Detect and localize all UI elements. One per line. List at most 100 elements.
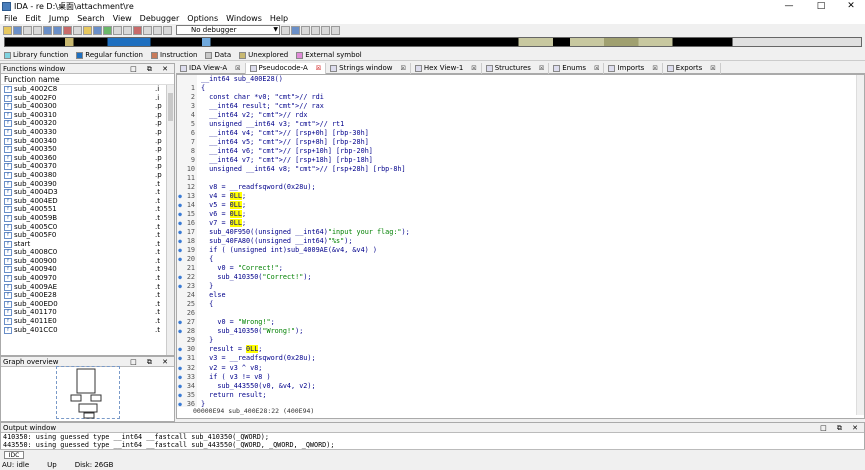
panel-buttons[interactable]: □ ⧉ ✕ — [130, 357, 172, 367]
functions-scrollbar[interactable] — [166, 85, 174, 355]
function-name-header[interactable]: Function name — [1, 74, 174, 85]
function-list-item[interactable]: f sub_4004D3 .t — [1, 188, 174, 197]
code-text: unsigned __int64 v8; "cmt">// [rsp+28h] … — [201, 165, 406, 174]
graph-icon[interactable] — [103, 25, 112, 35]
menu-file[interactable]: File — [0, 13, 21, 24]
close-icon[interactable]: ☒ — [471, 63, 476, 74]
data-icon[interactable] — [73, 25, 82, 35]
tab-enums[interactable]: Enums ☒ — [549, 63, 605, 74]
tab-hex-view-1[interactable]: Hex View-1 ☒ — [411, 63, 482, 74]
step-out-icon[interactable] — [321, 25, 330, 35]
pause-icon[interactable] — [153, 25, 162, 35]
tab-strings-window[interactable]: Strings window ☒ — [326, 63, 411, 74]
function-list-item[interactable]: f sub_4011E0 .t — [1, 317, 174, 326]
panel-buttons[interactable]: □ ⧉ ✕ — [820, 423, 862, 433]
close-icon[interactable]: ☒ — [316, 63, 321, 74]
function-list-item[interactable]: f sub_4004ED .t — [1, 197, 174, 206]
function-list-item[interactable]: f sub_401170 .t — [1, 308, 174, 317]
maximize-button[interactable]: □ — [806, 0, 836, 13]
nav-icon[interactable] — [43, 25, 52, 35]
code-icon[interactable] — [63, 25, 72, 35]
function-list-item[interactable]: f sub_400940 .t — [1, 265, 174, 274]
enums-icon — [553, 65, 561, 72]
code-text: __int64 result; "cmt">// rax — [201, 102, 324, 111]
panel-buttons[interactable]: □ ⧉ ✕ — [130, 64, 172, 74]
function-list-item[interactable]: f sub_4002F0 .i — [1, 94, 174, 103]
function-list-item[interactable]: f sub_400350 .p — [1, 145, 174, 154]
close-icon[interactable]: ☒ — [652, 63, 657, 74]
idc-language-button[interactable]: IDC — [4, 451, 24, 459]
scroll-direction: Up — [47, 461, 57, 469]
trace-icon[interactable] — [291, 25, 300, 35]
stop-icon[interactable] — [163, 25, 172, 35]
open-icon[interactable] — [3, 25, 12, 35]
search-icon[interactable] — [113, 25, 122, 35]
function-list-item[interactable]: f sub_400390 .t — [1, 180, 174, 189]
close-icon[interactable]: ☒ — [710, 63, 715, 74]
close-icon[interactable]: ☒ — [539, 63, 544, 74]
run-icon[interactable] — [143, 25, 152, 35]
function-list-item[interactable]: f start .t — [1, 240, 174, 249]
list-icon[interactable] — [123, 25, 132, 35]
minimize-button[interactable]: — — [774, 0, 804, 13]
menu-windows[interactable]: Windows — [222, 13, 266, 24]
struct-icon[interactable] — [93, 25, 102, 35]
menu-jump[interactable]: Jump — [45, 13, 73, 24]
function-segment: .i — [155, 93, 160, 102]
close-icon[interactable]: ☒ — [235, 63, 240, 74]
function-list-item[interactable]: f sub_4008C0 .t — [1, 248, 174, 257]
debugger-select[interactable]: No debugger ▼ — [176, 25, 280, 35]
line-number: 11 — [186, 174, 195, 183]
menu-options[interactable]: Options — [183, 13, 222, 24]
function-list-item[interactable]: f sub_400300 .p — [1, 102, 174, 111]
function-list-item[interactable]: f sub_400360 .p — [1, 154, 174, 163]
function-list-item[interactable]: f sub_40059B .t — [1, 214, 174, 223]
close-icon[interactable]: ☒ — [401, 63, 406, 74]
view-icon[interactable] — [53, 25, 62, 35]
function-list-item[interactable]: f sub_400900 .t — [1, 257, 174, 266]
tab-exports[interactable]: Exports ☒ — [663, 63, 721, 74]
function-list-item[interactable]: f sub_400ED0 .t — [1, 300, 174, 309]
function-list-item[interactable]: f sub_4005C0 .t — [1, 223, 174, 232]
menu-help[interactable]: Help — [266, 13, 292, 24]
back-icon[interactable] — [23, 25, 32, 35]
function-list-item[interactable]: f sub_4005F0 .t — [1, 231, 174, 240]
function-list-item[interactable]: f sub_400551 .t — [1, 205, 174, 214]
function-list-item[interactable]: f sub_400310 .p — [1, 111, 174, 120]
function-list-item[interactable]: f sub_400330 .p — [1, 128, 174, 137]
function-list-item[interactable]: f sub_400370 .p — [1, 162, 174, 171]
forward-icon[interactable] — [33, 25, 42, 35]
function-list-item[interactable]: f sub_401CC0 .t — [1, 326, 174, 335]
menu-search[interactable]: Search — [73, 13, 108, 24]
menu-view[interactable]: View — [109, 13, 136, 24]
tab-structures[interactable]: Structures ☒ — [482, 63, 550, 74]
function-list-item[interactable]: f sub_400E28 .t — [1, 291, 174, 300]
function-list-item[interactable]: f sub_400970 .t — [1, 274, 174, 283]
function-segment: .t — [155, 265, 160, 274]
pseudocode-view[interactable]: __int64 sub_400E28() 1{2 const char *v0;… — [176, 74, 865, 419]
close-button[interactable]: ✕ — [836, 0, 865, 13]
tab-pseudocode-a[interactable]: Pseudocode-A ☒ — [245, 63, 327, 74]
attach-icon[interactable] — [281, 25, 290, 35]
step-over-icon[interactable] — [311, 25, 320, 35]
function-list-item[interactable]: f sub_400380 .p — [1, 171, 174, 180]
code-scrollbar[interactable] — [856, 75, 864, 415]
breakpoint-icon[interactable] — [133, 25, 142, 35]
line-number: 10 — [186, 165, 195, 174]
tab-ida-view-a[interactable]: IDA View-A ☒ — [176, 63, 246, 74]
function-segment: .t — [155, 196, 160, 205]
function-list-item[interactable]: f sub_400340 .p — [1, 137, 174, 146]
save-icon[interactable] — [13, 25, 22, 35]
step-icon[interactable] — [301, 25, 310, 35]
navigation-band[interactable] — [4, 37, 862, 47]
tab-imports[interactable]: Imports ☒ — [604, 63, 663, 74]
menu-debugger[interactable]: Debugger — [136, 13, 184, 24]
graph-overview-canvas[interactable] — [56, 366, 120, 419]
string-icon[interactable] — [83, 25, 92, 35]
close-icon[interactable]: ☒ — [594, 63, 599, 74]
menu-edit[interactable]: Edit — [21, 13, 45, 24]
function-list-item[interactable]: f sub_4002C8 .i — [1, 85, 174, 94]
options-icon[interactable] — [331, 25, 340, 35]
function-list-item[interactable]: f sub_400320 .p — [1, 119, 174, 128]
function-list-item[interactable]: f sub_4009AE .t — [1, 283, 174, 292]
